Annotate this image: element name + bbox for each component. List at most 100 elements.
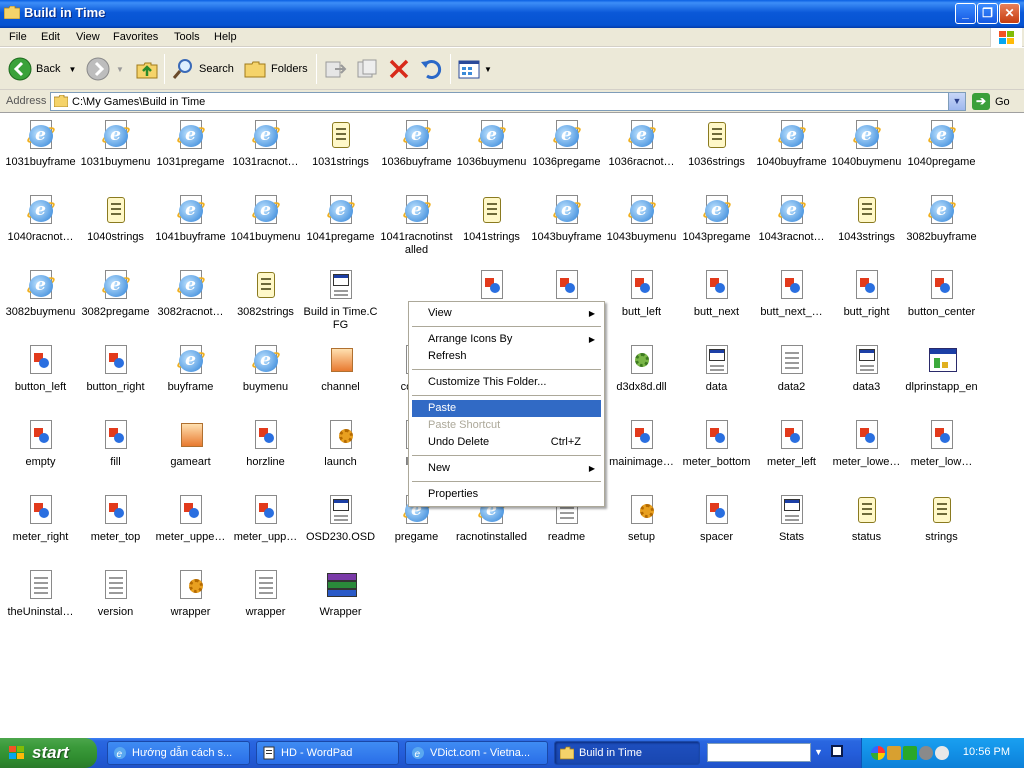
menu-item-undo-delete[interactable]: Undo Delete Ctrl+Z: [412, 434, 601, 451]
folders-button[interactable]: Folders: [243, 54, 308, 84]
file-item[interactable]: e 1040buyframe: [754, 115, 829, 169]
menu-edit[interactable]: Edit: [41, 31, 60, 43]
menu-item-view[interactable]: View ▶: [412, 305, 601, 322]
menu-item-new[interactable]: New ▶: [412, 460, 601, 477]
file-item[interactable]: data3: [829, 340, 904, 394]
file-item[interactable]: version: [78, 565, 153, 619]
file-item[interactable]: wrapper: [228, 565, 303, 619]
file-item[interactable]: [529, 265, 604, 306]
file-item[interactable]: e 1043buyframe: [529, 190, 604, 244]
file-item[interactable]: strings: [904, 490, 979, 544]
file-item[interactable]: e buymenu: [228, 340, 303, 394]
address-input[interactable]: C:\My Games\Build in Time ▼: [50, 92, 966, 111]
menu-item-refresh[interactable]: Refresh: [412, 348, 601, 365]
go-button[interactable]: ➔ Go: [972, 92, 1010, 111]
move-to-button[interactable]: [323, 54, 347, 84]
file-item[interactable]: e 1041buyframe: [153, 190, 228, 244]
file-item[interactable]: e 1041pregame: [303, 190, 378, 244]
file-item[interactable]: [454, 265, 529, 306]
file-item[interactable]: meter_lowe…: [829, 415, 904, 469]
file-item[interactable]: butt_next: [679, 265, 754, 319]
file-item[interactable]: button_right: [78, 340, 153, 394]
file-item[interactable]: meter_top: [78, 490, 153, 544]
file-item[interactable]: e 1043racnot…: [754, 190, 829, 244]
file-item[interactable]: meter_right: [3, 490, 78, 544]
forward-dropdown-icon[interactable]: ▼: [116, 65, 124, 74]
file-item[interactable]: button_left: [3, 340, 78, 394]
file-item[interactable]: e 1043buymenu: [604, 190, 679, 244]
maximize-button[interactable]: ❐: [977, 3, 998, 24]
file-item[interactable]: meter_bottom: [679, 415, 754, 469]
menu-item-properties[interactable]: Properties: [412, 486, 601, 503]
file-item[interactable]: butt_next_…: [754, 265, 829, 319]
back-button[interactable]: Back ▼: [8, 54, 76, 84]
close-button[interactable]: ✕: [999, 3, 1020, 24]
file-item[interactable]: channel: [303, 340, 378, 394]
file-item[interactable]: dlprinstapp_en: [904, 340, 979, 394]
file-item[interactable]: setup: [604, 490, 679, 544]
menu-help[interactable]: Help: [214, 31, 237, 43]
file-item[interactable]: e 1036buyframe: [379, 115, 454, 169]
file-item[interactable]: butt_right: [829, 265, 904, 319]
file-item[interactable]: e buyframe: [153, 340, 228, 394]
file-item[interactable]: gameart: [153, 415, 228, 469]
file-item[interactable]: e 1036pregame: [529, 115, 604, 169]
copy-to-button[interactable]: [355, 54, 379, 84]
file-item[interactable]: meter_left: [754, 415, 829, 469]
file-item[interactable]: e 1041racnotinstalled: [379, 190, 454, 257]
tray-app-icon[interactable]: [871, 746, 885, 760]
file-item[interactable]: empty: [3, 415, 78, 469]
task-button-wordpad[interactable]: HD - WordPad: [256, 741, 399, 765]
forward-button[interactable]: ▼: [86, 54, 124, 84]
file-item[interactable]: 1036strings: [679, 115, 754, 169]
file-item[interactable]: launch: [303, 415, 378, 469]
file-item[interactable]: e 1031pregame: [153, 115, 228, 169]
file-item[interactable]: 1043strings: [829, 190, 904, 244]
file-item[interactable]: 1040strings: [78, 190, 153, 244]
file-item[interactable]: e 1036racnot…: [604, 115, 679, 169]
tray-app-icon[interactable]: [887, 746, 901, 760]
taskbar-address-input[interactable]: [707, 743, 811, 762]
file-item[interactable]: e 1036buymenu: [454, 115, 529, 169]
back-dropdown-icon[interactable]: ▼: [68, 65, 76, 74]
file-item[interactable]: meter_upp…: [228, 490, 303, 544]
file-item[interactable]: d3dx8d.dll: [604, 340, 679, 394]
taskbar-dropdown-icon[interactable]: ▼: [814, 747, 823, 757]
menu-tools[interactable]: Tools: [174, 31, 200, 43]
file-item[interactable]: e 1043pregame: [679, 190, 754, 244]
menu-favorites[interactable]: Favorites: [113, 31, 158, 43]
file-item[interactable]: data: [679, 340, 754, 394]
undo-button[interactable]: [419, 54, 443, 84]
file-item[interactable]: meter_uppe…: [153, 490, 228, 544]
file-item[interactable]: meter_low…: [904, 415, 979, 469]
menu-file[interactable]: File: [9, 31, 27, 43]
title-bar[interactable]: Build in Time _ ❐ ✕: [0, 0, 1024, 28]
file-item[interactable]: horzline: [228, 415, 303, 469]
up-folder-button[interactable]: [135, 54, 159, 84]
menu-item-customize-this-folder[interactable]: Customize This Folder...: [412, 374, 601, 391]
file-item[interactable]: e 3082buymenu: [3, 265, 78, 319]
file-item[interactable]: data2: [754, 340, 829, 394]
tray-play-icon[interactable]: [903, 746, 917, 760]
file-item[interactable]: 1031strings: [303, 115, 378, 169]
file-item[interactable]: 3082strings: [228, 265, 303, 319]
file-item[interactable]: e 1031racnot…: [228, 115, 303, 169]
task-button-browser[interactable]: e Hướng dẫn cách s...: [107, 741, 250, 765]
file-item[interactable]: e 1040racnot…: [3, 190, 78, 244]
file-item[interactable]: Stats: [754, 490, 829, 544]
delete-button[interactable]: [387, 54, 411, 84]
file-item[interactable]: e 1040pregame: [904, 115, 979, 169]
start-button[interactable]: start: [0, 738, 97, 768]
menu-item-arrange-icons-by[interactable]: Arrange Icons By ▶: [412, 331, 601, 348]
file-item[interactable]: spacer: [679, 490, 754, 544]
task-button-vdict[interactable]: e VDict.com - Vietna...: [405, 741, 548, 765]
file-item[interactable]: e 3082pregame: [78, 265, 153, 319]
file-item[interactable]: wrapper: [153, 565, 228, 619]
views-button[interactable]: ▼: [457, 54, 492, 84]
file-item[interactable]: e 1040buymenu: [829, 115, 904, 169]
file-item[interactable]: Build in Time.CFG: [303, 265, 378, 332]
menu-view[interactable]: View: [76, 31, 100, 43]
tray-network-icon[interactable]: [935, 746, 949, 760]
minimize-button[interactable]: _: [955, 3, 976, 24]
file-item[interactable]: 1041strings: [454, 190, 529, 244]
